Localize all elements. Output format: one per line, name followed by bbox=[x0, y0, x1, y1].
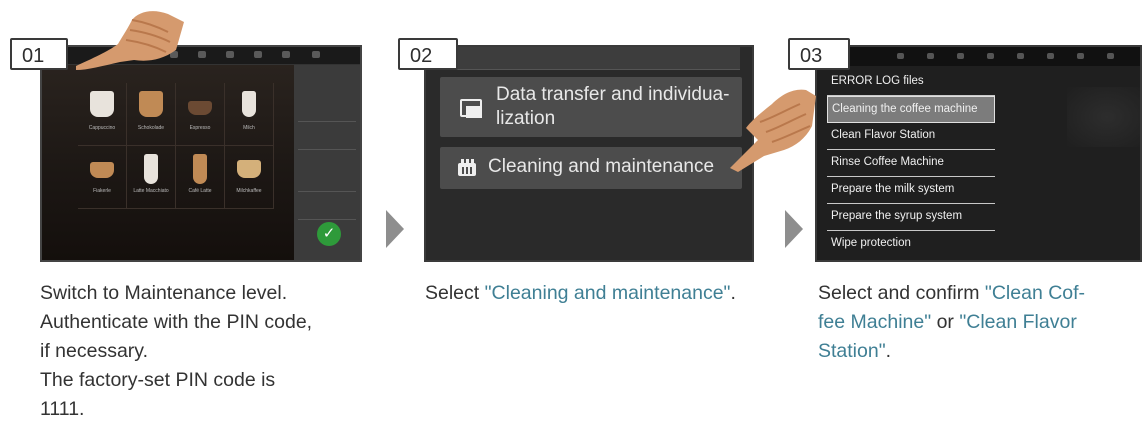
menu-item[interactable]: Clean Flavor Station bbox=[827, 123, 995, 150]
menu-item-cleaning-maintenance[interactable]: Cleaning and maintenance bbox=[440, 147, 742, 189]
menu-item[interactable]: Rinse Coffee Machine bbox=[827, 150, 995, 177]
status-bar bbox=[817, 47, 1140, 66]
menu-item-data-transfer[interactable]: Data transfer and individua- lization bbox=[440, 77, 742, 137]
menu-item[interactable]: Prepare the milk system bbox=[827, 177, 995, 204]
check-icon[interactable]: ✓ bbox=[317, 222, 341, 246]
step-number-03: 03 bbox=[788, 38, 850, 70]
chevron-right-icon bbox=[785, 210, 803, 248]
drink-tile[interactable]: Latte Macchiato bbox=[127, 146, 176, 209]
cleaning-menu: ERROR LOG files Cleaning the coffee mach… bbox=[827, 69, 995, 258]
menu-item[interactable]: Prepare the syrup system bbox=[827, 204, 995, 231]
drink-tile[interactable]: Cappuccino bbox=[78, 83, 127, 146]
pointing-hand-icon bbox=[76, 11, 184, 70]
pointing-hand-icon bbox=[730, 89, 816, 172]
drink-tile[interactable]: Schokolade bbox=[127, 83, 176, 146]
drink-tile[interactable]: Espresso bbox=[176, 83, 225, 146]
step-number-02: 02 bbox=[398, 38, 458, 70]
drink-tile[interactable]: Café Latte bbox=[176, 146, 225, 209]
drink-tile[interactable]: Milchkaffee bbox=[225, 146, 274, 209]
step-01-screen: Cappuccino Schokolade Espresso Milch Fia… bbox=[40, 45, 362, 262]
chevron-right-icon bbox=[386, 210, 404, 248]
cleaning-icon bbox=[458, 159, 476, 176]
menu-item[interactable]: Wipe protection bbox=[827, 231, 995, 258]
data-transfer-icon bbox=[460, 99, 482, 118]
step-03-screen: ERROR LOG files Cleaning the coffee mach… bbox=[815, 45, 1142, 262]
step-01-caption: Switch to Maintenance level. Authenticat… bbox=[40, 282, 313, 420]
menu-item-selected[interactable]: Cleaning the coffee machine bbox=[827, 96, 995, 123]
step-03-caption: Select and confirm "Clean Cof- fee Machi… bbox=[818, 282, 1086, 362]
step-02-screen: Data transfer and individua- lization Cl… bbox=[424, 45, 754, 262]
menu-item[interactable]: ERROR LOG files bbox=[827, 69, 995, 96]
drink-tile[interactable]: Fiakerle bbox=[78, 146, 127, 209]
menu-header bbox=[440, 47, 740, 70]
drink-grid: Cappuccino Schokolade Espresso Milch Fia… bbox=[78, 83, 274, 218]
step-02-caption: Select "Cleaning and maintenance". bbox=[425, 282, 736, 304]
drink-tile[interactable]: Milch bbox=[225, 83, 274, 146]
